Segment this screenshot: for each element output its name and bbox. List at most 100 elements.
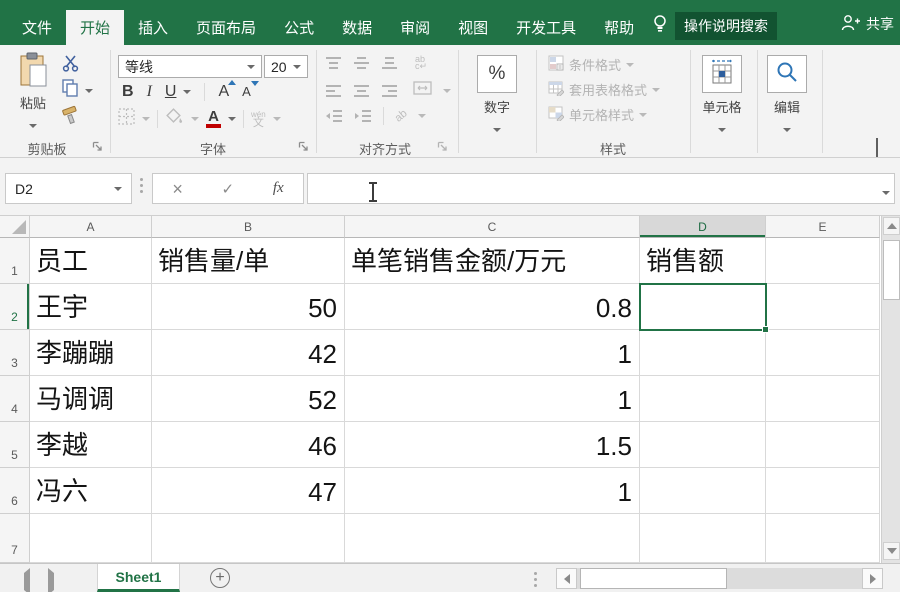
format-as-table-button[interactable]: 套用表格格式	[548, 80, 660, 99]
row-header-3[interactable]: 3	[0, 330, 30, 376]
decrease-indent-icon[interactable]	[325, 109, 343, 123]
align-center-icon[interactable]	[353, 84, 370, 98]
orientation-dropdown-icon[interactable]	[418, 114, 426, 118]
tab-developer[interactable]: 开发工具	[502, 10, 590, 45]
increase-indent-icon[interactable]	[354, 109, 372, 123]
font-color-dropdown-icon[interactable]	[228, 117, 236, 121]
cell-b2[interactable]: 50	[152, 284, 345, 330]
tab-home[interactable]: 开始	[66, 10, 124, 45]
clipboard-dialog-launcher-icon[interactable]	[92, 141, 103, 152]
prev-sheet-button[interactable]	[24, 573, 30, 591]
enter-button[interactable]: ✓	[222, 180, 235, 198]
copy-button[interactable]	[62, 79, 93, 102]
tab-view[interactable]: 视图	[444, 10, 502, 45]
underline-dropdown-icon[interactable]	[183, 90, 191, 94]
share-button[interactable]: 共享	[841, 14, 894, 34]
collapse-ribbon-button[interactable]	[876, 140, 878, 158]
tab-review[interactable]: 审阅	[386, 10, 444, 45]
cell-d6[interactable]	[640, 468, 766, 514]
merge-center-icon[interactable]	[413, 81, 432, 100]
scroll-up-button[interactable]	[883, 217, 900, 235]
fill-color-icon[interactable]	[165, 108, 184, 130]
cell-d3[interactable]	[640, 330, 766, 376]
cell-a1[interactable]: 员工	[30, 238, 152, 284]
paste-dropdown-icon[interactable]	[29, 124, 37, 128]
bold-button[interactable]: B	[122, 83, 134, 101]
row-header-4[interactable]: 4	[0, 376, 30, 422]
cell-c2[interactable]: 0.8	[345, 284, 640, 330]
formula-bar-grip[interactable]	[140, 178, 143, 193]
borders-dropdown-icon[interactable]	[142, 117, 150, 121]
cell-d4[interactable]	[640, 376, 766, 422]
cells-button[interactable]: 单元格	[699, 55, 745, 137]
name-box-dropdown-icon[interactable]	[114, 187, 122, 191]
number-format-button[interactable]: % 数字	[474, 55, 520, 137]
fill-color-dropdown-icon[interactable]	[191, 117, 199, 121]
row-header-7[interactable]: 7	[0, 514, 30, 563]
tab-help[interactable]: 帮助	[590, 10, 648, 45]
cell-b4[interactable]: 52	[152, 376, 345, 422]
underline-button[interactable]: U	[165, 83, 177, 101]
cell-styles-button[interactable]: 单元格样式	[548, 105, 647, 124]
cell-c4[interactable]: 1	[345, 376, 640, 422]
cells-dropdown-icon[interactable]	[718, 128, 726, 132]
row-header-2-selected[interactable]: 2	[0, 284, 30, 330]
cell-a4[interactable]: 马调调	[30, 376, 152, 422]
cell-a2[interactable]: 王宇	[30, 284, 152, 330]
cell-a5[interactable]: 李越	[30, 422, 152, 468]
vertical-scrollbar[interactable]	[881, 216, 900, 563]
cut-button[interactable]	[62, 55, 81, 77]
tell-me-search[interactable]: 操作说明搜索	[652, 12, 777, 40]
copy-dropdown-icon[interactable]	[85, 89, 93, 93]
sheet-tab-sheet1[interactable]: Sheet1	[97, 564, 180, 592]
cell-c6[interactable]: 1	[345, 468, 640, 514]
cell-a3[interactable]: 李蹦蹦	[30, 330, 152, 376]
next-sheet-button[interactable]	[48, 573, 54, 591]
scroll-right-button[interactable]	[862, 568, 883, 589]
align-right-icon[interactable]	[381, 84, 398, 98]
cell-e4[interactable]	[766, 376, 880, 422]
cell-e5[interactable]	[766, 422, 880, 468]
conditional-formatting-button[interactable]: 条件格式	[548, 55, 634, 74]
align-left-icon[interactable]	[325, 84, 342, 98]
cell-e2[interactable]	[766, 284, 880, 330]
insert-function-button[interactable]: fx	[273, 180, 284, 197]
cancel-button[interactable]: ×	[172, 180, 183, 198]
cell-d5[interactable]	[640, 422, 766, 468]
increase-font-button[interactable]: A	[218, 83, 229, 101]
decrease-font-button[interactable]: A	[242, 83, 251, 101]
cell-a7[interactable]	[30, 514, 152, 563]
column-header-e[interactable]: E	[766, 216, 880, 238]
column-header-d-selected[interactable]: D	[640, 216, 766, 238]
phonetic-dropdown-icon[interactable]	[273, 117, 281, 121]
fill-handle[interactable]	[762, 326, 769, 333]
cell-b1[interactable]: 销售量/单	[152, 238, 345, 284]
font-color-button[interactable]: A	[206, 110, 221, 128]
tab-insert[interactable]: 插入	[124, 10, 182, 45]
horizontal-scrollbar[interactable]	[556, 568, 883, 589]
cell-b7[interactable]	[152, 514, 345, 563]
cell-e1[interactable]	[766, 238, 880, 284]
scroll-left-button[interactable]	[556, 568, 577, 589]
tab-file[interactable]: 文件	[8, 10, 66, 45]
wrap-text-button[interactable]: ab c↵	[415, 56, 427, 70]
number-dropdown-icon[interactable]	[493, 128, 501, 132]
align-middle-icon[interactable]	[353, 56, 370, 70]
font-size-combo[interactable]: 20	[264, 55, 308, 78]
paste-button[interactable]: 粘贴	[8, 52, 58, 133]
cell-c1[interactable]: 单笔销售金额/万元	[345, 238, 640, 284]
cell-e7[interactable]	[766, 514, 880, 563]
tab-data[interactable]: 数据	[328, 10, 386, 45]
vertical-scroll-thumb[interactable]	[883, 240, 900, 300]
alignment-dialog-launcher-icon[interactable]	[437, 141, 448, 152]
cell-b3[interactable]: 42	[152, 330, 345, 376]
tab-scroll-split-grip[interactable]	[534, 572, 537, 587]
merge-center-dropdown-icon[interactable]	[443, 89, 451, 93]
name-box[interactable]: D2	[5, 173, 132, 204]
new-sheet-button[interactable]: +	[210, 568, 230, 588]
row-header-1[interactable]: 1	[0, 238, 30, 284]
column-header-c[interactable]: C	[345, 216, 640, 238]
align-top-icon[interactable]	[325, 56, 342, 70]
font-dialog-launcher-icon[interactable]	[298, 141, 309, 152]
tab-formulas[interactable]: 公式	[270, 10, 328, 45]
